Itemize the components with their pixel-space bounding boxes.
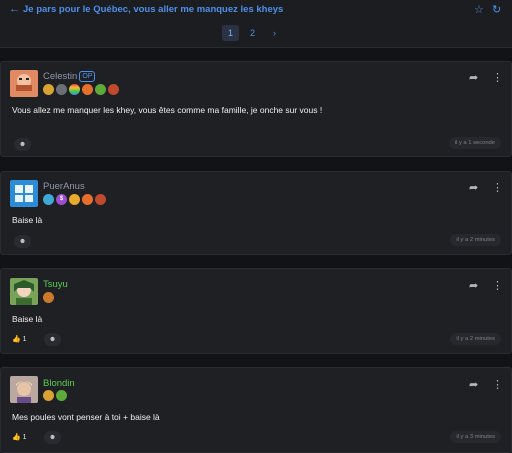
topic-header: ← Je pars pour le Québec, vous aller me … [0, 0, 512, 48]
hexagon-badge-icon [56, 84, 67, 95]
like-count: 1 [22, 434, 27, 441]
timestamp: il y a 1 seconde [448, 137, 501, 149]
pagination: 1 2 › [222, 25, 283, 41]
like-count: 1 [22, 336, 27, 343]
thumbs-up-icon: 👍 [12, 434, 21, 441]
cube-badge-icon [56, 390, 67, 401]
message-text: Vous allez me manquer les khey, vous ête… [12, 105, 323, 115]
rainbow-badge-icon [69, 84, 80, 95]
timestamp: il y a 3 minutes [450, 431, 501, 443]
share-icon[interactable]: ➦ [469, 71, 478, 84]
post-celestin: Celestin OP ➦ ⋮ Vous allez me manquer les… [0, 61, 512, 157]
cube-badge-icon [43, 194, 54, 205]
dollar-badge-icon: $ [56, 194, 67, 205]
more-options-icon[interactable]: ⋮ [492, 279, 503, 292]
more-options-icon[interactable]: ⋮ [492, 378, 503, 391]
avatar[interactable] [10, 180, 38, 207]
message-text: Baise là [12, 215, 43, 225]
next-page-button[interactable]: › [266, 25, 283, 41]
share-icon[interactable]: ➦ [469, 181, 478, 194]
add-reaction-button[interactable]: ☻ [44, 431, 61, 444]
author-name-text: Celestin [43, 71, 78, 82]
badge-list [43, 84, 119, 95]
more-options-icon[interactable]: ⋮ [492, 71, 503, 84]
post-blondin: Blondin ➦ ⋮ Mes poules vont penser à toi… [0, 367, 512, 453]
page-2-button[interactable]: 2 [244, 25, 261, 41]
add-reaction-button[interactable]: ☻ [44, 333, 61, 346]
add-reaction-button[interactable]: ☻ [14, 235, 31, 248]
avatar[interactable] [10, 70, 38, 97]
gold-badge-icon [69, 194, 80, 205]
post-pueranus: PuerAnus $ ➦ ⋮ Baise là ☻ il y a 2 minut… [0, 171, 512, 255]
message-text: Baise là [12, 314, 43, 324]
fire-badge-icon [82, 84, 93, 95]
share-icon[interactable]: ➦ [469, 279, 478, 292]
fire-badge-icon [82, 194, 93, 205]
more-options-icon[interactable]: ⋮ [492, 181, 503, 194]
op-badge: OP [79, 71, 96, 82]
gold-badge-icon [43, 390, 54, 401]
author-name[interactable]: Tsuyu [43, 279, 68, 290]
bronze-badge-icon [43, 292, 54, 303]
page-1-button[interactable]: 1 [222, 25, 239, 41]
author-name[interactable]: Celestin OP [43, 71, 96, 82]
thumbs-up-icon: 👍 [12, 336, 21, 343]
star-icon[interactable]: ☆ [474, 3, 484, 16]
badge-list [43, 292, 54, 303]
avatar[interactable] [10, 278, 38, 305]
badge-list [43, 390, 67, 401]
message-text: Mes poules vont penser à toi + baise là [12, 412, 160, 422]
arrow-left-icon[interactable]: ← [9, 3, 20, 15]
gold-badge-icon [43, 84, 54, 95]
post-tsuyu: Tsuyu ➦ ⋮ Baise là 👍 1 ☻ il y a 2 minute… [0, 268, 512, 354]
like-button[interactable]: 👍 1 [12, 431, 27, 444]
hat-badge-icon [108, 84, 119, 95]
timestamp: il y a 2 minutes [450, 234, 501, 246]
avatar[interactable] [10, 376, 38, 403]
author-name[interactable]: Blondin [43, 378, 75, 389]
add-reaction-button[interactable]: ☻ [14, 138, 31, 151]
like-button[interactable]: 👍 1 [12, 333, 27, 346]
timestamp: il y a 2 minutes [450, 333, 501, 345]
badge-list: $ [43, 194, 106, 205]
cube-badge-icon [95, 84, 106, 95]
hat-badge-icon [95, 194, 106, 205]
share-icon[interactable]: ➦ [469, 378, 478, 391]
author-name[interactable]: PuerAnus [43, 181, 85, 192]
topic-title: Je pars pour le Québec, vous aller me ma… [23, 4, 284, 15]
refresh-icon[interactable]: ↻ [492, 3, 501, 16]
